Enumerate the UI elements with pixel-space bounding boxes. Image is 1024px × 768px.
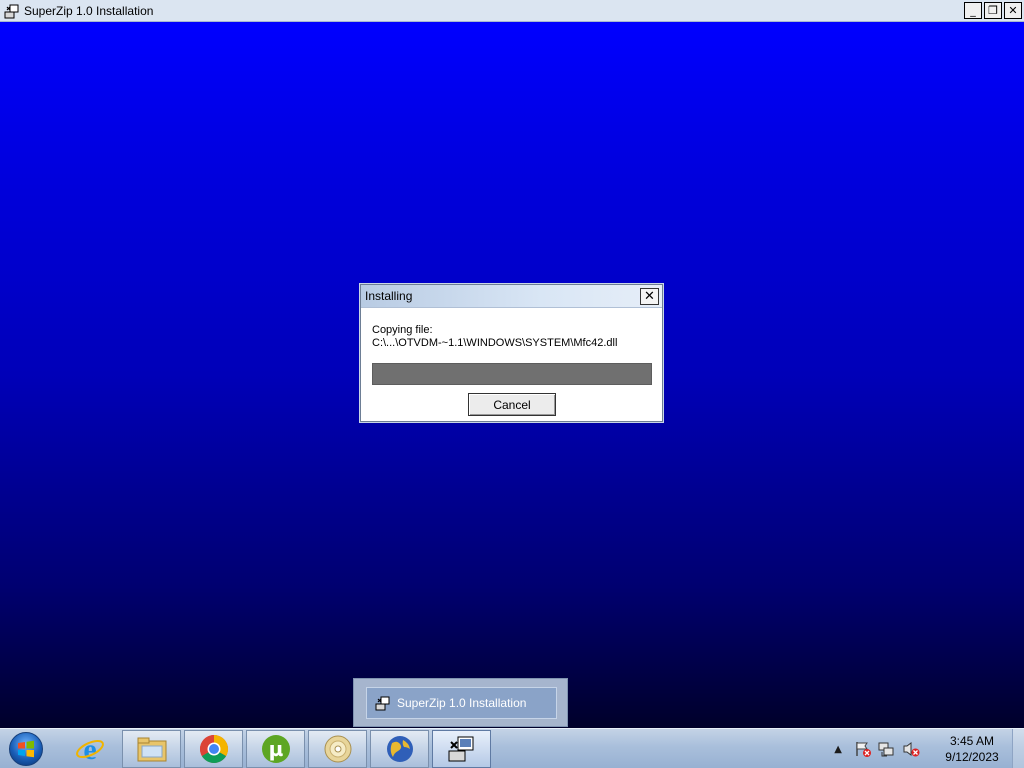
window-title: SuperZip 1.0 Installation	[24, 3, 154, 18]
installing-dialog: Installing ✕ Copying file: C:\...\OTVDM-…	[360, 284, 663, 422]
taskbar: e µ ▲ 3:45 AM 9/12/2023	[0, 728, 1024, 768]
minimize-button[interactable]: _	[964, 2, 982, 19]
status-label: Copying file:	[372, 324, 433, 336]
cancel-button[interactable]: Cancel	[468, 393, 556, 416]
start-button[interactable]	[6, 730, 46, 768]
taskbar-utorrent-button[interactable]: µ	[246, 730, 305, 768]
taskbar-explorer-button[interactable]	[122, 730, 181, 768]
thumbnail-label: SuperZip 1.0 Installation	[397, 696, 527, 710]
system-tray: ▲ 3:45 AM 9/12/2023	[834, 729, 1024, 768]
globe-icon	[386, 736, 413, 762]
taskbar-ie-button[interactable]: e	[60, 730, 119, 768]
svg-text:e: e	[83, 734, 96, 764]
restore-button[interactable]: ❐	[984, 2, 1002, 19]
svg-text:µ: µ	[268, 737, 283, 761]
clock-time: 3:45 AM	[949, 734, 995, 748]
installer-icon	[375, 696, 390, 711]
installer-app-icon	[4, 4, 19, 18]
thumbnail-window-item[interactable]: SuperZip 1.0 Installation	[366, 687, 557, 719]
dialog-titlebar[interactable]: Installing	[361, 285, 662, 308]
windows-logo-icon	[9, 732, 43, 766]
show-desktop-button[interactable]	[1012, 729, 1024, 768]
taskbar-superzip-button[interactable]	[432, 730, 491, 768]
volume-muted-icon[interactable]	[902, 740, 920, 758]
ie-icon: e	[75, 734, 104, 764]
taskbar-chrome-button[interactable]	[184, 730, 243, 768]
progress-bar	[372, 363, 652, 385]
disc-icon	[324, 735, 351, 763]
taskbar-thumbnail-popup: SuperZip 1.0 Installation	[353, 678, 568, 727]
utorrent-icon: µ	[261, 735, 290, 763]
network-icon[interactable]	[878, 740, 896, 758]
chrome-icon	[199, 735, 228, 763]
taskbar-globe-button[interactable]	[370, 730, 429, 768]
dialog-title: Installing	[365, 289, 413, 303]
installer-icon	[448, 736, 473, 762]
action-center-flag-icon[interactable]	[854, 740, 872, 758]
clock[interactable]: 3:45 AM 9/12/2023	[936, 733, 1008, 765]
main-window-titlebar[interactable]: SuperZip 1.0 Installation _ ❐ ✕	[0, 0, 1024, 22]
dialog-close-button[interactable]: ✕	[640, 288, 659, 305]
taskbar-media-button[interactable]	[308, 730, 367, 768]
clock-date: 9/12/2023	[945, 750, 999, 764]
close-button[interactable]: ✕	[1004, 2, 1022, 19]
show-hidden-icons-arrow[interactable]: ▲	[834, 744, 842, 755]
folder-icon	[137, 737, 166, 762]
current-file-path: C:\...\OTVDM-~1.1\WINDOWS\SYSTEM\Mfc42.d…	[372, 337, 618, 349]
